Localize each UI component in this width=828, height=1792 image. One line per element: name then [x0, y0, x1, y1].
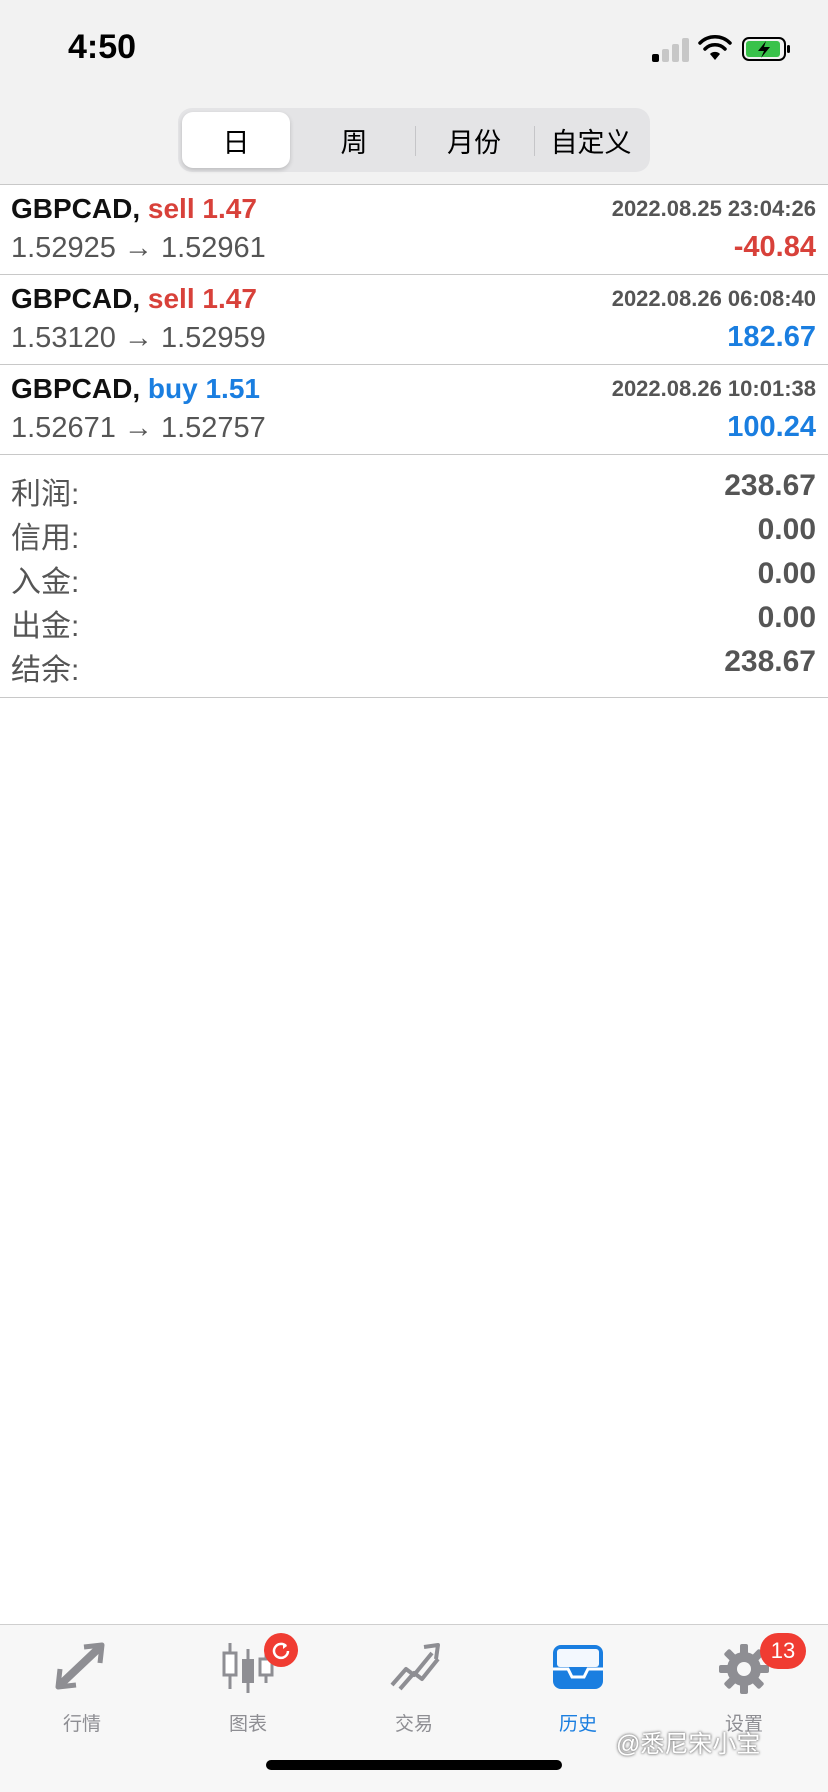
trade-symbol: GBPCAD,: [11, 193, 141, 224]
refresh-badge-icon: [264, 1633, 298, 1667]
trade-symbol-line: GBPCAD, sell 1.47: [11, 283, 257, 315]
trade-prices: 1.53120 → 1.52959: [11, 322, 266, 354]
account-summary: 利润: 238.67 信用: 0.00 入金: 0.00 出金: 0.00 结余…: [0, 455, 828, 698]
trade-symbol: GBPCAD,: [11, 373, 141, 404]
tab-trade[interactable]: 交易: [354, 1639, 474, 1739]
summary-value: 0.00: [757, 601, 816, 634]
history-inbox-icon: [553, 1645, 603, 1689]
period-selector-area: 日 周 月份 自定义: [0, 100, 828, 184]
cellular-signal-icon: [652, 38, 690, 62]
watermark-text: @悉尼宋小宝: [616, 1731, 761, 1758]
tab-label: 交易: [394, 1714, 433, 1735]
trade-row[interactable]: GBPCAD, sell 1.47 2022.08.26 06:08:40 1.…: [0, 275, 828, 365]
trade-chart-icon: [390, 1643, 440, 1691]
segment-custom[interactable]: 自定义: [536, 112, 646, 168]
status-bar: 4:50: [0, 0, 828, 100]
trade-date: 2022.08.26 10:01:38: [611, 376, 816, 401]
summary-value: 238.67: [724, 645, 816, 678]
trade-profit: -40.84: [733, 231, 816, 263]
status-time: 4:50: [68, 28, 137, 66]
segment-divider: [534, 126, 535, 156]
trade-date: 2022.08.25 23:04:26: [611, 196, 816, 221]
settings-badge: 13: [760, 1633, 806, 1669]
history-list: GBPCAD, sell 1.47 2022.08.25 23:04:26 1.…: [0, 184, 828, 698]
period-segmented-control: 日 周 月份 自定义: [178, 108, 650, 172]
tab-charts[interactable]: 图表: [188, 1633, 308, 1739]
trade-symbol-line: GBPCAD, buy 1.51: [11, 373, 260, 405]
summary-withdrawal: 出金: 0.00: [0, 599, 828, 643]
trade-symbol-line: GBPCAD, sell 1.47: [11, 193, 257, 225]
summary-label: 出金:: [11, 610, 80, 643]
summary-credit: 信用: 0.00: [0, 511, 828, 555]
summary-deposit: 入金: 0.00: [0, 555, 828, 599]
summary-balance: 结余: 238.67: [0, 643, 828, 687]
trade-row[interactable]: GBPCAD, buy 1.51 2022.08.26 10:01:38 1.5…: [0, 365, 828, 455]
summary-label: 结余:: [11, 654, 80, 687]
segment-divider: [415, 126, 416, 156]
tab-label: 行情: [62, 1714, 101, 1735]
summary-label: 利润:: [11, 478, 80, 511]
home-indicator[interactable]: [266, 1760, 562, 1770]
summary-label: 入金:: [11, 566, 80, 599]
summary-label: 信用:: [11, 522, 80, 555]
trade-prices: 1.52925 → 1.52961: [11, 232, 266, 264]
tab-quotes[interactable]: 行情: [22, 1639, 142, 1739]
summary-profit: 利润: 238.67: [0, 467, 828, 511]
trade-side: sell 1.47: [147, 283, 257, 314]
summary-value: 238.67: [724, 469, 816, 502]
quotes-arrows-icon: [55, 1642, 105, 1690]
segment-month[interactable]: 月份: [418, 112, 530, 168]
trade-row[interactable]: GBPCAD, sell 1.47 2022.08.25 23:04:26 1.…: [0, 185, 828, 275]
trade-side: sell 1.47: [147, 193, 257, 224]
summary-value: 0.00: [757, 557, 816, 590]
trade-date: 2022.08.26 06:08:40: [611, 286, 816, 311]
battery-charging-icon: [742, 37, 790, 61]
trade-side: buy 1.51: [147, 373, 260, 404]
segment-day[interactable]: 日: [182, 112, 290, 168]
trade-symbol: GBPCAD,: [11, 283, 141, 314]
trade-profit: 100.24: [727, 411, 816, 443]
summary-value: 0.00: [757, 513, 816, 546]
tab-label: 图表: [228, 1714, 267, 1735]
trade-prices: 1.52671 → 1.52757: [11, 412, 266, 444]
segment-week[interactable]: 周: [298, 112, 410, 168]
trade-profit: 182.67: [727, 321, 816, 353]
wifi-icon: [698, 35, 732, 60]
